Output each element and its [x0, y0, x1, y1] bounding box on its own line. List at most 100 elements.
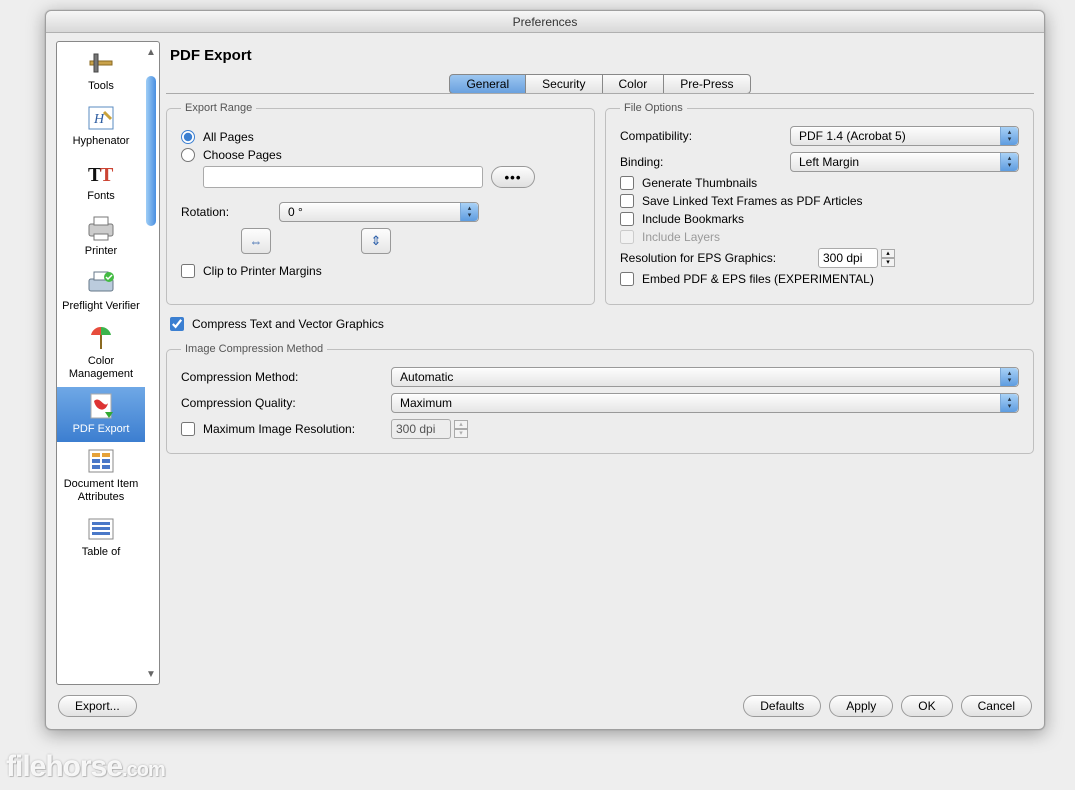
compress-text-vector-label: Compress Text and Vector Graphics: [192, 317, 384, 331]
compression-method-select[interactable]: Automatic: [391, 367, 1019, 387]
tab-color[interactable]: Color: [603, 74, 665, 94]
rotation-select[interactable]: 0 °: [279, 202, 479, 222]
max-image-resolution-checkbox[interactable]: [181, 422, 195, 436]
compression-quality-select[interactable]: Maximum: [391, 393, 1019, 413]
mirror-horizontal-button[interactable]: ⇔: [241, 228, 271, 254]
file-options-group: File Options Compatibility: PDF 1.4 (Acr…: [605, 102, 1034, 305]
sidebar-item-label: Hyphenator: [73, 135, 130, 148]
compatibility-select[interactable]: PDF 1.4 (Acrobat 5): [790, 126, 1019, 146]
compression-quality-value: Maximum: [400, 396, 452, 410]
printer-icon: [84, 213, 118, 243]
color-management-icon: [84, 323, 118, 353]
max-image-resolution-input: [391, 419, 451, 439]
pdf-export-icon: [84, 391, 118, 421]
sidebar-item-tools[interactable]: Tools: [57, 44, 145, 99]
sidebar-item-label: Fonts: [87, 190, 115, 203]
eps-res-step-up[interactable]: ▴: [881, 249, 895, 258]
compression-method-label: Compression Method:: [181, 370, 381, 384]
document-item-attributes-icon: [84, 446, 118, 476]
embed-pdf-eps-label: Embed PDF & EPS files (EXPERIMENTAL): [642, 272, 874, 286]
window-content: Tools H Hyphenator TT Fonts: [46, 33, 1044, 685]
compress-text-vector-checkbox[interactable]: [170, 317, 184, 331]
hyphenator-icon: H: [84, 103, 118, 133]
sidebar-item-fonts[interactable]: TT Fonts: [57, 154, 145, 209]
compatibility-label: Compatibility:: [620, 129, 780, 143]
tab-panel-general: Export Range All Pages Choose Pages •••: [166, 93, 1034, 685]
binding-value: Left Margin: [799, 155, 859, 169]
scroll-thumb[interactable]: [146, 76, 156, 226]
sidebar-item-printer[interactable]: Printer: [57, 209, 145, 264]
cancel-button[interactable]: Cancel: [961, 695, 1032, 717]
tab-pre-press[interactable]: Pre-Press: [664, 74, 750, 94]
tools-icon: [84, 48, 118, 78]
dialog-footer: Export... Defaults Apply OK Cancel: [46, 685, 1044, 729]
sidebar-item-document-item-attributes[interactable]: Document Item Attributes: [57, 442, 145, 510]
max-res-step-up: ▴: [454, 420, 468, 429]
watermark-suffix: .com: [122, 759, 165, 781]
generate-thumbnails-label: Generate Thumbnails: [642, 176, 757, 190]
compression-method-value: Automatic: [400, 370, 453, 384]
max-res-step-down: ▾: [454, 429, 468, 438]
file-options-legend: File Options: [620, 102, 687, 114]
sidebar-wrap: Tools H Hyphenator TT Fonts: [56, 41, 160, 685]
sidebar-item-color-management[interactable]: Color Management: [57, 319, 145, 387]
save-linked-frames-checkbox[interactable]: [620, 194, 634, 208]
sidebar-item-label: Tools: [88, 80, 114, 93]
include-bookmarks-label: Include Bookmarks: [642, 212, 744, 226]
pages-browse-button[interactable]: •••: [491, 166, 535, 188]
binding-select[interactable]: Left Margin: [790, 152, 1019, 172]
sidebar-item-label: Preflight Verifier: [62, 300, 140, 313]
choose-pages-label: Choose Pages: [203, 148, 282, 162]
sidebar-item-label: PDF Export: [73, 423, 130, 436]
ok-button[interactable]: OK: [901, 695, 952, 717]
compatibility-value: PDF 1.4 (Acrobat 5): [799, 129, 906, 143]
clip-to-printer-margins-checkbox[interactable]: [181, 264, 195, 278]
fonts-icon: TT: [84, 158, 118, 188]
main-panel: PDF Export General Security Color Pre-Pr…: [166, 41, 1034, 685]
clip-label: Clip to Printer Margins: [203, 264, 322, 278]
panel-heading: PDF Export: [166, 41, 1034, 74]
preferences-window: Preferences Tools H Hyphenato: [45, 10, 1045, 730]
sidebar: Tools H Hyphenator TT Fonts: [56, 41, 160, 685]
watermark-text: filehorse: [6, 750, 122, 783]
all-pages-radio[interactable]: [181, 130, 195, 144]
scroll-up-arrow-icon[interactable]: ▲: [145, 46, 157, 58]
preflight-icon: [84, 268, 118, 298]
eps-res-step-down[interactable]: ▾: [881, 258, 895, 267]
embed-pdf-eps-checkbox[interactable]: [620, 272, 634, 286]
max-image-resolution-label: Maximum Image Resolution:: [203, 422, 355, 436]
apply-button[interactable]: Apply: [829, 695, 893, 717]
pages-input[interactable]: [203, 166, 483, 188]
mirror-vertical-button[interactable]: ⇕: [361, 228, 391, 254]
filehorse-watermark: filehorse.com: [6, 750, 165, 784]
window-title: Preferences: [46, 11, 1044, 33]
svg-text:T: T: [100, 164, 114, 186]
max-image-resolution-spin: ▴ ▾: [391, 419, 1019, 439]
tab-general[interactable]: General: [449, 74, 526, 94]
export-range-group: Export Range All Pages Choose Pages •••: [166, 102, 595, 305]
sidebar-item-table-of[interactable]: Table of: [57, 510, 145, 565]
generate-thumbnails-checkbox[interactable]: [620, 176, 634, 190]
select-stepper-icon: [1000, 368, 1018, 386]
rotation-label: Rotation:: [181, 205, 271, 219]
select-stepper-icon: [1000, 127, 1018, 145]
export-button[interactable]: Export...: [58, 695, 137, 717]
sidebar-item-pdf-export[interactable]: PDF Export: [57, 387, 145, 442]
eps-resolution-input[interactable]: [818, 248, 878, 268]
compression-quality-label: Compression Quality:: [181, 396, 381, 410]
sidebar-scrollbar[interactable]: ▲ ▼: [145, 46, 157, 680]
sidebar-list: Tools H Hyphenator TT Fonts: [57, 42, 145, 684]
rotation-value: 0 °: [288, 205, 303, 219]
sidebar-item-preflight-verifier[interactable]: Preflight Verifier: [57, 264, 145, 319]
mirror-horizontal-icon: ⇔: [250, 234, 263, 249]
select-stepper-icon: [1000, 394, 1018, 412]
choose-pages-radio[interactable]: [181, 148, 195, 162]
scroll-down-arrow-icon[interactable]: ▼: [145, 668, 157, 680]
tab-security[interactable]: Security: [526, 74, 602, 94]
defaults-button[interactable]: Defaults: [743, 695, 821, 717]
image-compression-legend: Image Compression Method: [181, 343, 327, 355]
eps-resolution-label: Resolution for EPS Graphics:: [620, 251, 810, 265]
sidebar-item-hyphenator[interactable]: H Hyphenator: [57, 99, 145, 154]
include-bookmarks-checkbox[interactable]: [620, 212, 634, 226]
export-range-legend: Export Range: [181, 102, 256, 114]
